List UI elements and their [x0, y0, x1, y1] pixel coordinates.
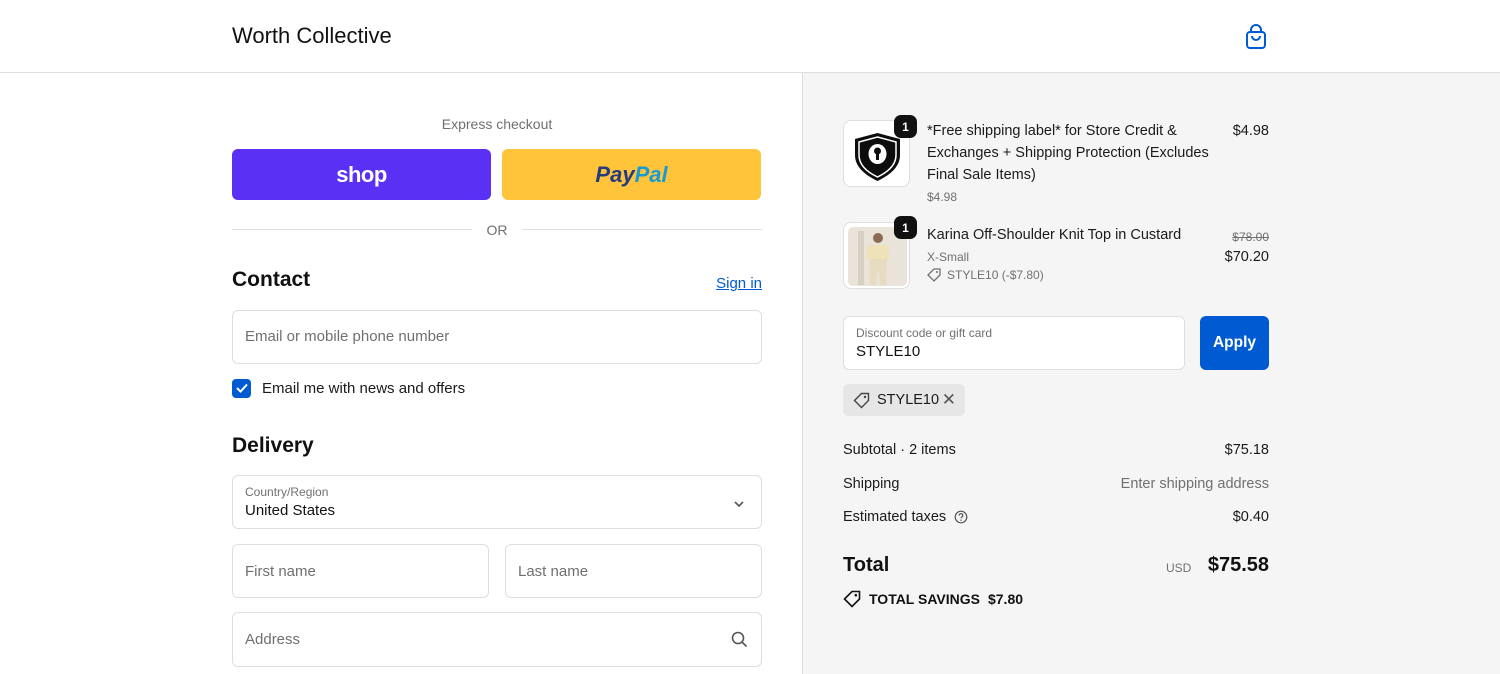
original-price: $78.00 — [1232, 230, 1269, 244]
chevron-down-icon — [733, 497, 745, 509]
savings-label: TOTAL SAVINGS — [869, 591, 980, 607]
last-name-field[interactable]: Last name — [505, 544, 762, 598]
or-divider: OR — [232, 220, 762, 240]
line-item-price: $70.20 — [1224, 249, 1269, 265]
last-name-placeholder: Last name — [518, 563, 589, 580]
taxes-row-label: Estimated taxes — [843, 509, 968, 525]
line-item-title-line: Exchanges + Shipping Protection (Exclude… — [927, 145, 1209, 161]
taxes-label: Estimated taxes — [843, 509, 947, 525]
remove-discount-icon[interactable]: ✕ — [942, 390, 956, 410]
shop-pay-label: shop — [336, 161, 387, 187]
address-field[interactable]: Address — [232, 612, 762, 667]
shopping-bag-icon[interactable] — [1244, 24, 1268, 50]
email-placeholder: Email or mobile phone number — [245, 328, 450, 345]
line-item-title: *Free shipping label* for Store Credit &… — [927, 120, 1209, 186]
help-icon[interactable] — [954, 510, 968, 524]
paypal-label-pal: Pal — [634, 161, 668, 187]
line-item-unit-price: $4.98 — [927, 190, 958, 204]
shipping-label: Shipping — [843, 476, 900, 492]
applied-discount-chip: STYLE10 ✕ — [843, 384, 965, 416]
line-item-title: Karina Off-Shoulder Knit Top in Custard — [927, 227, 1182, 243]
discount-code-label: Discount code or gift card — [856, 326, 993, 340]
tag-icon — [843, 590, 861, 608]
country-select[interactable]: Country/Region United States — [232, 475, 762, 529]
contact-heading: Contact — [232, 268, 311, 291]
line-item-title-line: *Free shipping label* for Store Credit & — [927, 123, 1177, 139]
tag-icon — [927, 268, 941, 282]
apply-button[interactable]: Apply — [1200, 316, 1269, 370]
total-currency: USD — [1166, 561, 1192, 575]
address-placeholder: Address — [245, 631, 301, 648]
newsletter-label: Email me with news and offers — [262, 379, 466, 397]
email-field[interactable]: Email or mobile phone number — [232, 310, 762, 364]
newsletter-checkbox[interactable] — [232, 378, 251, 398]
total-savings: TOTAL SAVINGS $7.80 — [843, 590, 1023, 608]
line-item-variant: X-Small — [927, 250, 970, 264]
applied-discount-code: STYLE10 — [877, 392, 940, 408]
line-item-discount-label: STYLE10 (-$7.80) — [947, 268, 1044, 282]
or-label: OR — [486, 222, 508, 238]
checkmark-icon — [235, 383, 248, 393]
quantity-badge: 1 — [894, 115, 917, 138]
search-icon — [731, 631, 748, 648]
newsletter-option[interactable]: Email me with news and offers — [232, 378, 465, 398]
first-name-placeholder: First name — [245, 563, 316, 580]
express-checkout-label: Express checkout — [441, 116, 553, 132]
total-amount: $75.58 — [1207, 554, 1269, 576]
subtotal-value: $75.18 — [1224, 442, 1269, 458]
store-brand[interactable]: Worth Collective — [232, 23, 392, 49]
line-item-title-line: Final Sale Items) — [927, 167, 1036, 183]
savings-amount: $7.80 — [987, 591, 1024, 607]
shipping-value: Enter shipping address — [1120, 476, 1269, 492]
line-item-discount: STYLE10 (-$7.80) — [927, 268, 1044, 282]
subtotal-label: Subtotal · 2 items — [843, 442, 956, 458]
country-value: United States — [245, 502, 336, 519]
tag-icon — [853, 392, 870, 408]
divider-line — [522, 229, 762, 230]
line-item-price: $4.98 — [1232, 123, 1269, 139]
paypal-label-pay: Pay — [595, 161, 635, 187]
total-label: Total — [843, 554, 890, 576]
taxes-value: $0.40 — [1232, 509, 1269, 525]
quantity-badge: 1 — [894, 216, 917, 239]
header: Worth Collective — [0, 0, 1500, 73]
sign-in-link[interactable]: Sign in — [700, 275, 762, 292]
delivery-heading: Delivery — [232, 434, 314, 457]
shop-pay-button[interactable]: shop — [232, 149, 491, 200]
discount-code-value: STYLE10 — [856, 343, 921, 360]
paypal-button[interactable]: Pay Pal — [502, 149, 761, 200]
country-label: Country/Region — [245, 485, 329, 499]
discount-code-field[interactable]: Discount code or gift card STYLE10 — [843, 316, 1185, 370]
first-name-field[interactable]: First name — [232, 544, 489, 598]
